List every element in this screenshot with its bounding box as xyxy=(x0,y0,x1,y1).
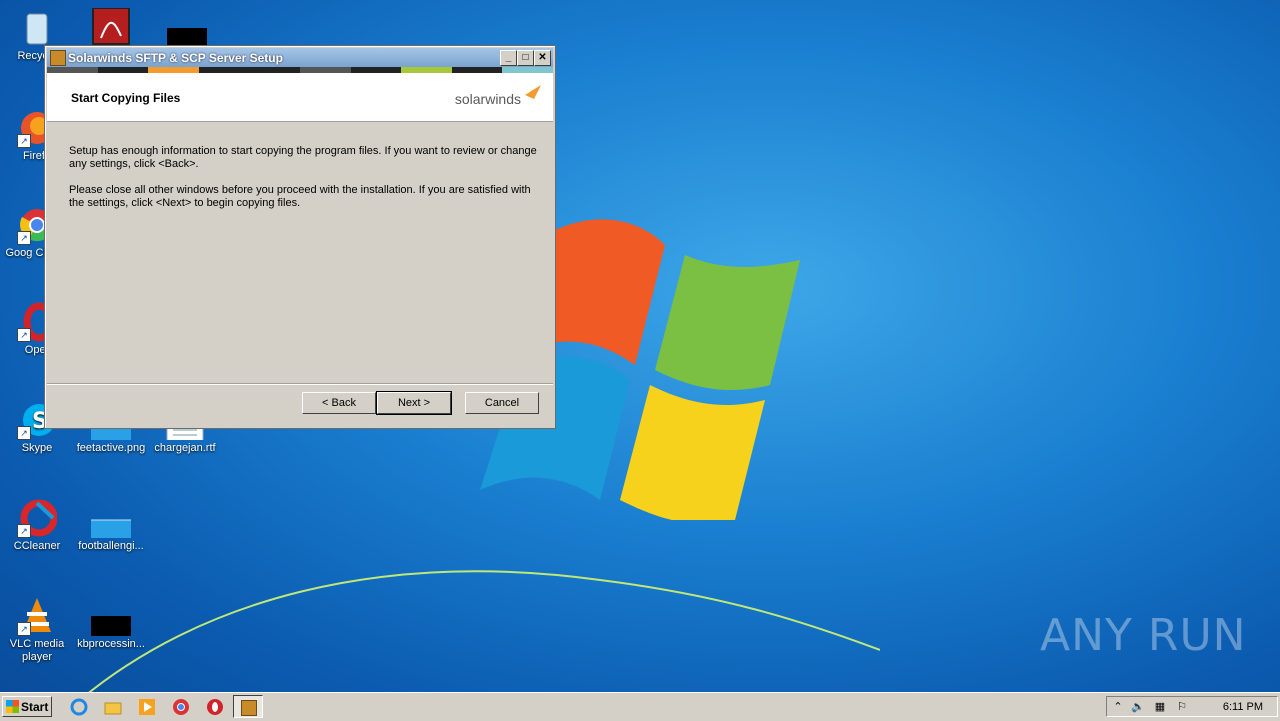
shortcut-arrow-icon: ↗ xyxy=(17,622,31,636)
recycle-bin-icon xyxy=(17,8,57,48)
wallpaper-swoosh xyxy=(80,570,880,700)
desktop-icon-vlc[interactable]: ↗ VLC media player xyxy=(0,596,74,664)
back-button[interactable]: < Back xyxy=(302,392,376,414)
system-tray: ⌃ 🔈 ▦ ⚐ 6:11 PM xyxy=(1106,696,1278,717)
solarwinds-logo-icon xyxy=(525,85,541,99)
taskbar-setup-app[interactable] xyxy=(233,695,263,718)
shortcut-arrow-icon: ↗ xyxy=(17,134,31,148)
cancel-button[interactable]: Cancel xyxy=(465,392,539,414)
chevron-up-icon[interactable]: ⌃ xyxy=(1111,701,1125,713)
desktop-icon-ccleaner[interactable]: ↗ CCleaner xyxy=(0,498,74,553)
maximize-button[interactable]: □ xyxy=(517,50,534,66)
dialog-title: Solarwinds SFTP & SCP Server Setup xyxy=(68,51,283,65)
dialog-header: Start Copying Files solarwinds xyxy=(47,73,553,122)
windows-flag-icon xyxy=(6,700,19,713)
volume-icon[interactable]: 🔈 xyxy=(1131,701,1145,713)
close-button[interactable]: ✕ xyxy=(534,50,551,66)
anyrun-watermark: ANY RUN xyxy=(1040,610,1247,661)
desktop-icon-unknown-top[interactable] xyxy=(150,8,224,50)
clock[interactable]: 6:11 PM xyxy=(1223,701,1263,713)
opera-icon[interactable] xyxy=(206,698,224,716)
start-button[interactable]: Start xyxy=(2,696,52,717)
shortcut-arrow-icon: ↗ xyxy=(17,328,31,342)
file-icon xyxy=(167,8,213,48)
shortcut-arrow-icon: ↗ xyxy=(17,231,31,245)
action-center-flag-icon[interactable]: ⚐ xyxy=(1175,701,1189,713)
network-icon[interactable]: ▦ xyxy=(1153,701,1167,713)
info-paragraph-2: Please close all other windows before yo… xyxy=(69,184,531,209)
setup-app-icon xyxy=(50,50,66,66)
desktop-icon-footballengi[interactable]: footballengi... xyxy=(74,498,148,553)
vlc-icon: ↗ xyxy=(17,596,57,636)
desktop-icon-acrobat[interactable] xyxy=(74,7,148,50)
footer-separator xyxy=(47,383,553,385)
explorer-folder-icon[interactable] xyxy=(104,698,122,716)
file-icon xyxy=(89,596,135,638)
chrome-icon[interactable] xyxy=(172,698,190,716)
dialog-titlebar[interactable]: Solarwinds SFTP & SCP Server Setup _ □ ✕ xyxy=(47,48,553,67)
dialog-body: Setup has enough information to start co… xyxy=(69,145,539,223)
taskbar: Start ⌃ 🔈 ▦ ⚐ 6:11 PM xyxy=(0,692,1280,721)
ccleaner-icon: ↗ xyxy=(17,498,58,538)
desktop-icon-kbprocessin[interactable]: kbprocessin... xyxy=(74,596,148,651)
setup-app-icon xyxy=(241,700,257,716)
media-player-icon[interactable] xyxy=(138,698,156,716)
minimize-button[interactable]: _ xyxy=(500,50,517,66)
file-icon xyxy=(88,498,136,543)
setup-dialog: Solarwinds SFTP & SCP Server Setup _ □ ✕… xyxy=(44,45,556,429)
solarwinds-logo-text: solarwinds xyxy=(454,91,521,107)
shortcut-arrow-icon: ↗ xyxy=(17,524,31,538)
internet-explorer-icon[interactable] xyxy=(70,698,88,716)
page-title: Start Copying Files xyxy=(71,91,181,105)
acrobat-icon xyxy=(91,7,131,48)
info-paragraph-1: Setup has enough information to start co… xyxy=(69,145,537,170)
next-button[interactable]: Next > xyxy=(376,391,452,415)
shortcut-arrow-icon: ↗ xyxy=(17,426,31,440)
